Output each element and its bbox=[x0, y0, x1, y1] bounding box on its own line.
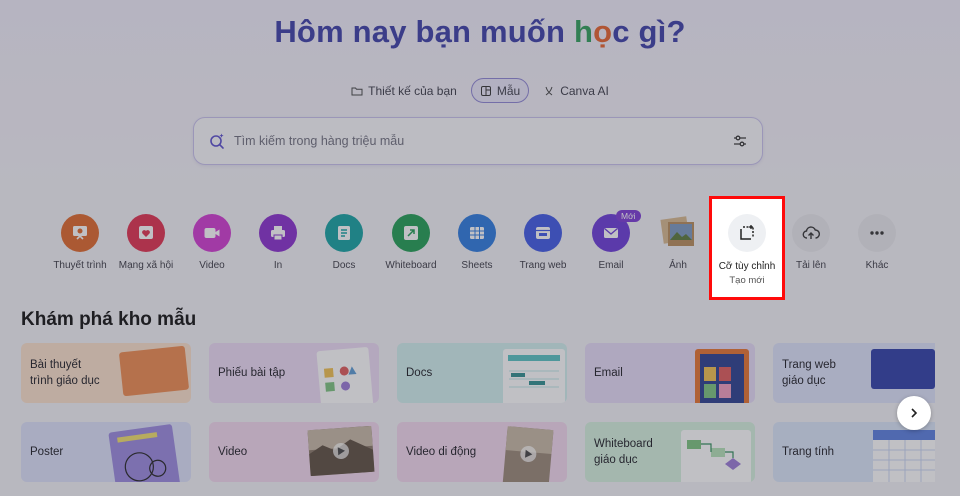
template-icon bbox=[480, 85, 491, 96]
docs-icon bbox=[325, 214, 363, 252]
photo-icon bbox=[659, 214, 697, 252]
category-label: In bbox=[273, 260, 283, 271]
category-label: Video bbox=[199, 260, 225, 271]
card-thumbnail bbox=[681, 430, 751, 482]
card-education-whiteboard[interactable]: Whiteboard giáo dục bbox=[585, 422, 755, 482]
card-thumbnail bbox=[871, 349, 935, 389]
category-whiteboard[interactable]: Whiteboard bbox=[376, 214, 446, 271]
tab-label: Thiết kế của bạn bbox=[368, 83, 457, 98]
custom-size-button[interactable]: Cỡ tùy chỉnh Tạo mới bbox=[713, 214, 781, 286]
category-label: Tải lên bbox=[795, 260, 826, 271]
category-social-media[interactable]: Mạng xã hội bbox=[111, 214, 181, 271]
presentation-icon bbox=[61, 214, 99, 252]
card-education-website[interactable]: Trang web giáo dục bbox=[773, 343, 935, 403]
tab-canva-ai[interactable]: Canva AI bbox=[535, 78, 617, 103]
tab-label: Mẫu bbox=[496, 83, 521, 98]
mode-tabs: Thiết kế của bạn Mẫu Canva AI bbox=[0, 78, 960, 103]
category-label: Email bbox=[598, 260, 624, 271]
sheets-icon bbox=[458, 214, 496, 252]
category-video[interactable]: Video bbox=[177, 214, 247, 271]
card-thumbnail bbox=[502, 426, 554, 482]
category-upload[interactable]: Tải lên bbox=[776, 214, 846, 271]
card-label: Bài thuyết trình giáo dục bbox=[30, 359, 100, 387]
card-thumbnail bbox=[503, 349, 565, 403]
card-thumbnail bbox=[307, 425, 375, 477]
card-thumbnail bbox=[695, 349, 749, 403]
sparkle-icon bbox=[545, 86, 553, 95]
category-photos[interactable]: Ảnh bbox=[643, 214, 713, 271]
card-thumbnail bbox=[108, 423, 182, 482]
card-label: Docs bbox=[406, 367, 433, 379]
filter-icon[interactable] bbox=[732, 133, 748, 149]
category-label: Mạng xã hội bbox=[118, 260, 174, 271]
category-more[interactable]: Khác bbox=[842, 214, 912, 271]
card-education-presentation[interactable]: Bài thuyết trình giáo dục bbox=[21, 343, 191, 403]
category-label: Sheets bbox=[461, 260, 493, 271]
card-label: Whiteboard giáo dục bbox=[594, 438, 653, 466]
section-title: Khám phá kho mẫu bbox=[21, 309, 197, 330]
category-sheets[interactable]: Sheets bbox=[442, 214, 512, 271]
card-video[interactable]: Video bbox=[209, 422, 379, 482]
category-docs[interactable]: Docs bbox=[309, 214, 379, 271]
card-label: Trang web giáo dục bbox=[782, 359, 836, 387]
card-label: Poster bbox=[30, 446, 64, 458]
category-label: Thuyết trình bbox=[53, 260, 107, 271]
website-icon bbox=[524, 214, 562, 252]
card-mobile-video[interactable]: Video di động bbox=[397, 422, 567, 482]
more-icon bbox=[858, 214, 896, 252]
card-thumbnail bbox=[873, 430, 935, 482]
heart-icon bbox=[127, 214, 165, 252]
template-cards: Bài thuyết trình giáo dục Phiếu bài tập … bbox=[21, 343, 935, 496]
category-presentation[interactable]: Thuyết trình bbox=[45, 214, 115, 271]
category-website[interactable]: Trang web bbox=[508, 214, 578, 271]
upload-cloud-icon bbox=[792, 214, 830, 252]
category-label: Docs bbox=[332, 260, 356, 271]
folder-icon bbox=[351, 87, 363, 95]
category-print[interactable]: In bbox=[243, 214, 313, 271]
search-input[interactable] bbox=[234, 134, 732, 148]
category-label: Trang web bbox=[519, 260, 567, 271]
printer-icon bbox=[259, 214, 297, 252]
category-email[interactable]: Mới Email bbox=[576, 210, 646, 271]
card-worksheet[interactable]: Phiếu bài tập bbox=[209, 343, 379, 403]
custom-size-icon bbox=[728, 214, 766, 252]
search-bar bbox=[193, 117, 763, 165]
custom-size-label: Cỡ tùy chỉnh bbox=[718, 261, 776, 272]
card-label: Email bbox=[594, 367, 623, 379]
category-label: Khác bbox=[865, 260, 889, 271]
video-icon bbox=[193, 214, 231, 252]
new-badge: Mới bbox=[616, 210, 641, 222]
whiteboard-icon bbox=[392, 214, 430, 252]
page-title: Hôm nay bạn muốn học gì? bbox=[274, 14, 686, 49]
tab-templates[interactable]: Mẫu bbox=[470, 78, 530, 103]
card-label: Trang tính bbox=[782, 446, 834, 458]
card-poster[interactable]: Poster bbox=[21, 422, 191, 482]
chevron-right-icon bbox=[911, 408, 918, 418]
tab-label: Canva AI bbox=[560, 83, 609, 98]
card-thumbnail bbox=[118, 345, 190, 397]
card-email[interactable]: Email bbox=[585, 343, 755, 403]
card-label: Video bbox=[218, 446, 248, 458]
card-label: Video di động bbox=[406, 446, 477, 458]
card-spreadsheet[interactable]: Trang tính bbox=[773, 422, 935, 482]
next-arrow-button[interactable] bbox=[897, 396, 931, 430]
card-thumbnail bbox=[316, 346, 374, 403]
card-label: Phiếu bài tập bbox=[218, 367, 286, 379]
category-label: Ảnh bbox=[669, 260, 687, 271]
category-label: Whiteboard bbox=[385, 260, 437, 271]
search-sparkle-icon bbox=[210, 133, 224, 149]
custom-size-sublabel: Tạo mới bbox=[729, 275, 765, 286]
card-docs[interactable]: Docs bbox=[397, 343, 567, 403]
tab-your-designs[interactable]: Thiết kế của bạn bbox=[343, 78, 465, 103]
